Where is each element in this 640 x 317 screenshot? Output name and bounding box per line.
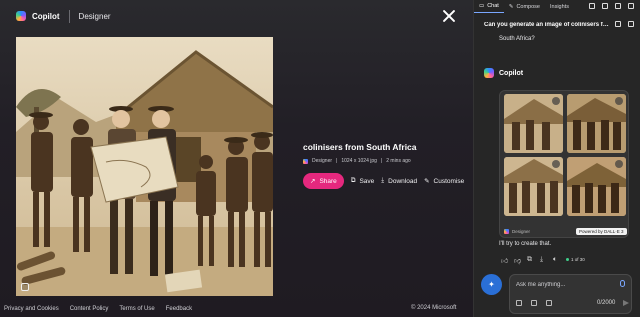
image-title: colinisers from South Africa	[303, 142, 417, 152]
turn-counter-label: 1 of 30	[571, 257, 585, 262]
customise-button[interactable]: ✎ Customise	[424, 177, 465, 186]
footer: Privacy and Cookies Content Policy Terms…	[0, 300, 473, 317]
footer-link-content-policy[interactable]: Content Policy	[70, 306, 109, 312]
new-topic-icon: ✦	[488, 280, 495, 289]
image-actions: ↗ Share ⧉ Save ⤓ Download ✎ Customise	[303, 173, 473, 189]
meta-divider: |	[336, 158, 338, 164]
copyright: © 2024 Microsoft	[411, 305, 457, 311]
footer-link-terms[interactable]: Terms of Use	[119, 306, 154, 312]
generated-image[interactable]	[16, 37, 273, 296]
conversation-header: Can you generate an image of colinisers …	[474, 15, 640, 34]
product-name: Designer	[78, 11, 111, 21]
thumbnail-badge-icon	[552, 160, 560, 168]
image-thumbnail-4[interactable]	[567, 157, 626, 216]
image-viewer: Copilot Designer colinisers from South A…	[0, 0, 473, 317]
share-button[interactable]: ↗ Share	[303, 173, 344, 189]
open-external-icon[interactable]	[589, 3, 595, 9]
edit-icon: ✎	[424, 178, 430, 185]
share-conversation-icon[interactable]	[615, 21, 621, 27]
thumbnail-badge-icon	[552, 97, 560, 105]
bot-name: Copilot	[499, 69, 524, 77]
powered-by-badge: Powered by DALL·E 3	[576, 228, 627, 235]
image-meta: Designer | 1024 x 1024 jpg | 2 mins ago	[303, 158, 473, 164]
designer-tag-label: Designer	[512, 229, 531, 234]
char-count: 0/2000	[597, 300, 616, 306]
input-tools	[516, 300, 552, 306]
share-icon: ↗	[310, 178, 316, 185]
speaker-icon[interactable]: 🔈︎	[553, 256, 560, 263]
export-icon[interactable]: ⤓	[540, 256, 547, 263]
image-creator: Designer	[312, 158, 333, 164]
microphone-icon[interactable]	[620, 280, 625, 287]
designer-logo-icon	[504, 229, 509, 234]
generated-image-illustration	[16, 37, 273, 296]
save-icon: ⧉	[350, 177, 356, 184]
refresh-icon[interactable]	[602, 3, 608, 9]
share-label: Share	[319, 177, 337, 185]
send-icon[interactable]	[623, 300, 629, 306]
tab-chat-label: Chat	[487, 3, 499, 9]
copilot-avatar-icon	[484, 68, 494, 78]
tab-compose[interactable]: ✎ Compose	[504, 0, 545, 13]
designer-logo-icon	[303, 158, 308, 164]
panel-tabs: ▭ Chat ✎ Compose Insights	[474, 0, 640, 13]
chat-input-box: 0/2000	[509, 274, 632, 314]
save-label: Save	[359, 177, 375, 185]
close-panel-icon[interactable]	[628, 3, 634, 9]
screenshot-icon[interactable]	[516, 300, 522, 306]
panel-window-controls	[589, 3, 634, 9]
user-message: South Africa?	[499, 36, 535, 42]
image-upload-icon[interactable]	[531, 300, 537, 306]
image-results-card: Designer Powered by DALL·E 3	[499, 90, 629, 238]
history-icon[interactable]	[628, 21, 634, 27]
meta-divider: |	[380, 158, 383, 164]
save-button[interactable]: ⧉ Save	[351, 177, 374, 185]
image-thumbnail-2[interactable]	[567, 94, 626, 153]
image-thumbnail-3[interactable]	[504, 157, 563, 216]
tab-chat[interactable]: ▭ Chat	[474, 0, 504, 13]
thumbs-down-icon[interactable]: 👎︎	[514, 256, 521, 265]
more-options-icon[interactable]	[615, 3, 621, 9]
footer-link-feedback[interactable]: Feedback	[166, 306, 192, 312]
image-dimensions: 1024 x 1024 jpg	[341, 158, 377, 164]
download-label: Download	[388, 177, 418, 185]
tab-insights-label: Insights	[549, 3, 569, 10]
thumbnail-badge-icon	[615, 160, 623, 168]
designer-tag: Designer	[504, 229, 530, 234]
viewer-header: Copilot Designer	[16, 8, 111, 24]
conversation-controls	[615, 21, 634, 27]
tab-compose-label: Compose	[516, 3, 540, 10]
customise-label: Customise	[433, 177, 465, 185]
chat-input[interactable]	[516, 280, 616, 290]
image-thumbnail-1[interactable]	[504, 94, 563, 153]
chat-panel: ▭ Chat ✎ Compose Insights Can you genera…	[473, 0, 640, 317]
copy-icon[interactable]: ⧉	[527, 256, 534, 263]
chat-icon: ▭	[479, 3, 485, 9]
copilot-logo-icon	[16, 11, 26, 21]
new-topic-button[interactable]: ✦	[481, 274, 502, 295]
bot-header: Copilot	[484, 68, 523, 78]
thumbs-up-icon[interactable]: 👍︎	[501, 256, 508, 265]
compose-icon: ✎	[508, 3, 514, 10]
turn-counter: 1 of 30	[566, 257, 585, 262]
expand-icon[interactable]	[21, 283, 29, 291]
bot-reply: I'll try to create that.	[499, 241, 552, 247]
download-icon: ⤓	[381, 177, 385, 184]
thumbnail-badge-icon	[615, 97, 623, 105]
brand-name: Copilot	[32, 11, 60, 21]
close-icon[interactable]	[441, 8, 457, 24]
header-divider	[68, 9, 70, 23]
footer-link-privacy[interactable]: Privacy and Cookies	[4, 306, 59, 312]
image-info: colinisers from South Africa Designer | …	[303, 142, 473, 189]
message-actions: 👍︎ 👎︎ ⧉ ⤓ 🔈︎ 1 of 30	[501, 256, 585, 265]
download-button[interactable]: ⤓ Download	[381, 177, 417, 185]
conversation-title: Can you generate an image of colinisers …	[484, 21, 609, 28]
image-age: 2 mins ago	[386, 158, 411, 164]
attach-icon[interactable]	[546, 300, 552, 306]
status-dot-icon	[566, 258, 569, 261]
tab-insights[interactable]: Insights	[545, 0, 574, 13]
